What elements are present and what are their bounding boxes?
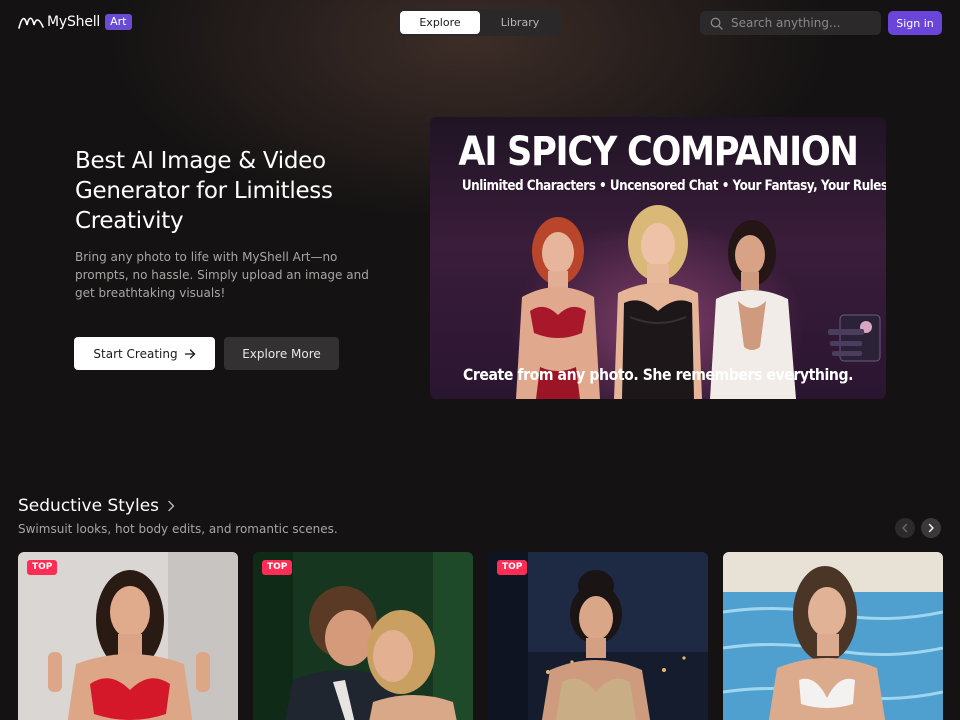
tab-library[interactable]: Library: [480, 11, 560, 34]
app-badge: Art: [105, 14, 132, 30]
hero-title-line: Best AI Image & Video: [75, 148, 326, 174]
chevron-right-icon: [168, 500, 175, 512]
search-icon: [710, 17, 723, 30]
card-image: [18, 552, 238, 720]
style-card[interactable]: TOP: [18, 552, 238, 720]
style-card[interactable]: [723, 552, 943, 720]
chevron-left-icon: [902, 523, 908, 533]
top-badge: TOP: [262, 560, 293, 575]
promo-banner[interactable]: AI SPICY COMPANION Unlimited Characters …: [430, 117, 886, 399]
sign-in-button[interactable]: Sign in: [888, 11, 942, 35]
card-image: [253, 552, 473, 720]
page: MyShell Art Explore Library Search anyth…: [0, 0, 960, 720]
banner-subtitle: Unlimited Characters • Uncensored Chat •…: [461, 178, 886, 194]
carousel-next-button[interactable]: [921, 518, 941, 538]
app-name: MyShell: [47, 14, 101, 30]
explore-more-button[interactable]: Explore More: [224, 337, 339, 370]
section-subtitle: Swimsuit looks, hot body edits, and roma…: [18, 522, 338, 536]
hero-title: Best AI Image & Video Generator for Limi…: [75, 146, 385, 236]
arrow-right-icon: [184, 348, 195, 359]
style-cards: TOP TOP TOP: [18, 552, 960, 720]
hero-title-line: Creativity: [75, 208, 184, 234]
section-title-link[interactable]: Seductive Styles: [18, 496, 177, 516]
card-image: [488, 552, 708, 720]
style-card[interactable]: TOP: [488, 552, 708, 720]
hero-subtitle-line: Bring any photo to life with MyShell Art…: [75, 250, 338, 264]
banner-title: AI SPICY COMPANION: [458, 129, 859, 175]
tab-explore[interactable]: Explore: [400, 11, 480, 34]
myshell-logo-icon: [18, 17, 44, 29]
hero-subtitle-line: prompts, no hassle. Simply upload an ima…: [75, 268, 369, 282]
hero-subtitle: Bring any photo to life with MyShell Art…: [75, 248, 385, 302]
carousel-prev-button[interactable]: [895, 518, 915, 538]
top-badge: TOP: [497, 560, 528, 575]
banner-caption: Create from any photo. She remembers eve…: [462, 365, 854, 384]
nav-tabs: Explore Library: [398, 9, 562, 36]
card-image: [723, 552, 943, 720]
chevron-right-icon: [928, 523, 934, 533]
style-card[interactable]: TOP: [253, 552, 473, 720]
start-creating-button[interactable]: Start Creating: [74, 337, 215, 370]
top-badge: TOP: [27, 560, 58, 575]
logo[interactable]: MyShell Art: [18, 13, 132, 31]
top-bar: MyShell Art Explore Library Search anyth…: [0, 0, 960, 46]
search-input[interactable]: Search anything...: [700, 11, 881, 35]
section-title: Seductive Styles: [18, 496, 160, 516]
start-creating-label: Start Creating: [93, 346, 178, 361]
search-placeholder: Search anything...: [731, 16, 841, 30]
hero-title-line: Generator for Limitless: [75, 178, 333, 204]
hero-subtitle-line: get breathtaking visuals!: [75, 286, 226, 300]
